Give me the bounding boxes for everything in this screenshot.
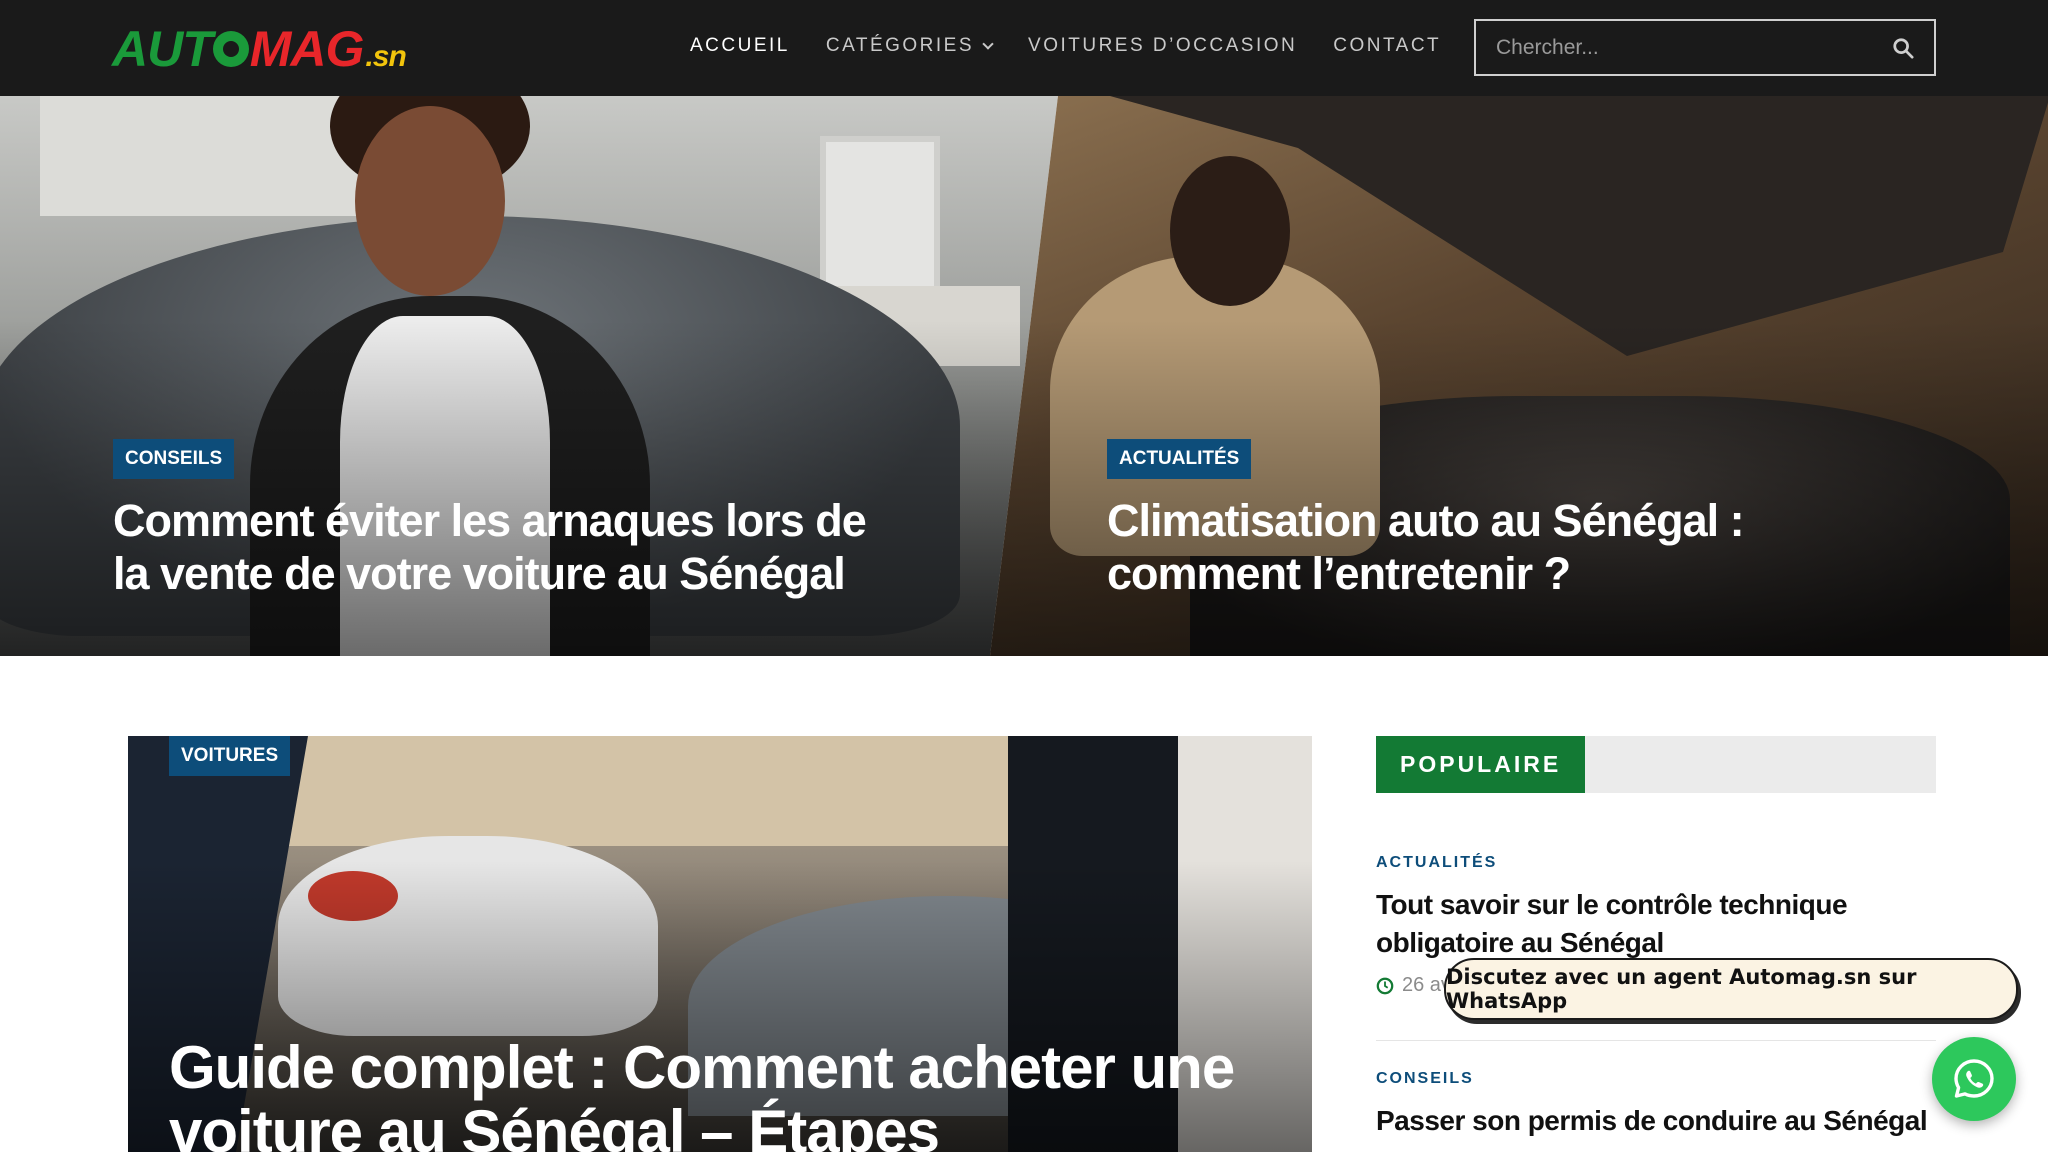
site-header: AUT MAG .sn ACCUEIL CATÉGORIES VOITURES … (0, 0, 2048, 96)
site-logo[interactable]: AUT MAG .sn (112, 21, 407, 77)
popular-sidebar: POPULAIRE ACTUALITÉS Tout savoir sur le … (1376, 736, 1936, 1152)
nav-voitures-occasion-label: VOITURES D’OCCASION (1028, 35, 1298, 56)
clock-icon (1376, 977, 1394, 994)
popular-item-category[interactable]: CONSEILS (1376, 1070, 1936, 1088)
logo-auto-text: AUT (112, 21, 213, 77)
nav-accueil[interactable]: ACCUEIL (690, 35, 790, 57)
featured-article[interactable]: VOITURES Guide complet : Comment acheter… (128, 736, 1312, 1152)
popular-item-title[interactable]: Passer son permis de conduire au Sénégal (1376, 1102, 1936, 1140)
logo-mag-text: MAG (249, 21, 365, 77)
nav-voitures-occasion[interactable]: VOITURES D’OCCASION (1028, 35, 1297, 57)
nav-contact-label: CONTACT (1333, 35, 1442, 56)
search-input[interactable] (1476, 21, 1876, 74)
popular-item-title[interactable]: Tout savoir sur le contrôle technique ob… (1376, 886, 1936, 962)
hero-section: CONSEILS Comment éviter les arnaques lor… (0, 96, 2048, 656)
logo-sn-text: .sn (365, 40, 406, 73)
feature-category[interactable]: VOITURES (169, 736, 291, 776)
hero-right-title[interactable]: Climatisation auto au Sénégal : comment … (1107, 494, 1907, 600)
main-nav: ACCUEIL CATÉGORIES VOITURES D’OCCASION C… (690, 0, 1477, 92)
feature-title[interactable]: Guide complet : Comment acheter une voit… (169, 1036, 1269, 1152)
popular-tab[interactable]: POPULAIRE (1376, 736, 1586, 793)
chevron-down-icon (982, 37, 994, 50)
nav-accueil-label: ACCUEIL (690, 35, 790, 56)
whatsapp-chat-bubble[interactable]: Discutez avec un agent Automag.sn sur Wh… (1444, 958, 2018, 1020)
popular-header: POPULAIRE (1376, 736, 1936, 793)
popular-item-category[interactable]: ACTUALITÉS (1376, 854, 1936, 872)
nav-categories-label: CATÉGORIES (825, 35, 975, 56)
hero-left-category[interactable]: CONSEILS (113, 439, 235, 479)
whatsapp-icon (1954, 1059, 1994, 1098)
hero-left-title[interactable]: Comment éviter les arnaques lors de la v… (113, 494, 893, 600)
nav-contact[interactable]: CONTACT (1333, 35, 1441, 57)
popular-item: CONSEILS Passer son permis de conduire a… (1376, 1070, 1936, 1140)
search-box (1474, 19, 1936, 76)
popular-divider (1376, 1040, 1936, 1041)
whatsapp-button[interactable] (1932, 1037, 2016, 1121)
hero-right-category[interactable]: ACTUALITÉS (1107, 439, 1252, 479)
nav-categories[interactable]: CATÉGORIES (825, 35, 994, 57)
search-icon[interactable] (1892, 37, 1914, 59)
logo-wheel-icon (212, 31, 249, 67)
